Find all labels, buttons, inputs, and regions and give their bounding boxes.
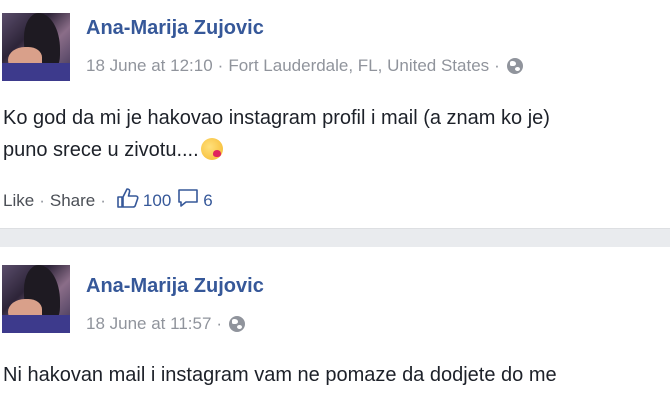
- meta-separator: ·: [217, 56, 224, 75]
- post-timestamp[interactable]: 18 June at 12:10: [86, 56, 213, 76]
- like-button[interactable]: Like: [3, 191, 34, 211]
- post-actions: Like · Share · 100 6: [3, 188, 213, 213]
- comment-icon[interactable]: [177, 188, 199, 213]
- post-text-line: puno srece u zivotu....: [3, 139, 199, 161]
- post-text: Ni hakovan mail i instagram vam ne pomaz…: [3, 359, 557, 391]
- comment-count[interactable]: 6: [203, 191, 212, 211]
- globe-icon[interactable]: [229, 316, 246, 332]
- post-text: Ko god da mi je hakovao instagram profil…: [3, 102, 550, 166]
- post-text-line-wrap: puno srece u zivotu....: [3, 134, 550, 166]
- post-separator: [0, 228, 670, 247]
- post-meta: 18 June at 12:10 · Fort Lauderdale, FL, …: [86, 56, 523, 76]
- share-button[interactable]: Share: [50, 191, 95, 211]
- action-separator: ·: [100, 190, 106, 210]
- globe-icon[interactable]: [506, 58, 523, 74]
- like-count[interactable]: 100: [143, 191, 171, 211]
- post-author-name[interactable]: Ana-Marija Zujovic: [86, 275, 264, 298]
- avatar-shirt: [2, 315, 70, 333]
- action-separator: ·: [39, 190, 45, 210]
- post-author-name[interactable]: Ana-Marija Zujovic: [86, 17, 264, 40]
- post-location[interactable]: Fort Lauderdale, FL, United States: [228, 56, 489, 76]
- avatar[interactable]: [2, 13, 70, 81]
- meta-separator: ·: [216, 314, 223, 333]
- feed-post: Ana-Marija Zujovic 18 June at 12:10 · Fo…: [0, 0, 670, 228]
- post-text-line: Ni hakovan mail i instagram vam ne pomaz…: [3, 364, 557, 386]
- kiss-emoji-icon: [200, 138, 223, 160]
- avatar-shirt: [2, 63, 70, 81]
- avatar[interactable]: [2, 265, 70, 333]
- post-meta: 18 June at 11:57 ·: [86, 314, 246, 334]
- thumbs-up-icon[interactable]: [117, 188, 139, 213]
- post-text-line: Ko god da mi je hakovao instagram profil…: [3, 107, 550, 129]
- post-timestamp[interactable]: 18 June at 11:57: [86, 314, 211, 334]
- meta-separator: ·: [494, 56, 500, 75]
